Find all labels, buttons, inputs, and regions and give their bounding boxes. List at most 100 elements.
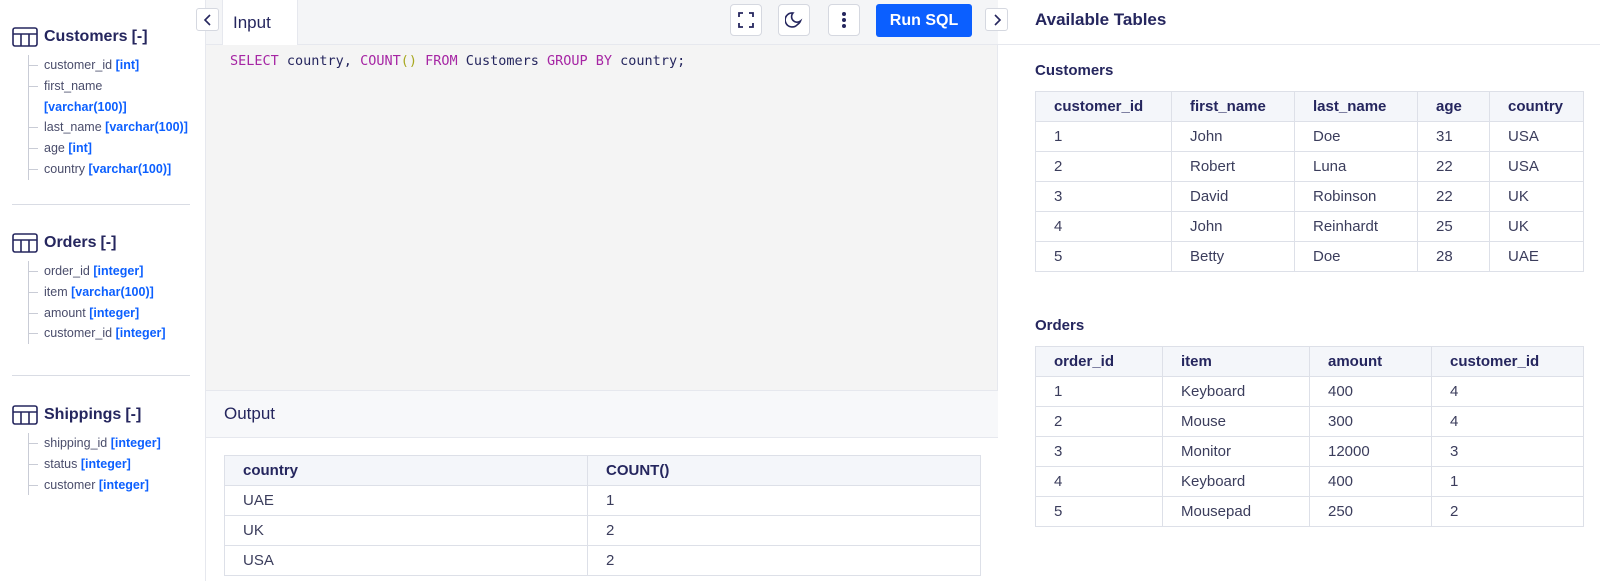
table-cell: John	[1171, 121, 1295, 152]
table-cell: 400	[1309, 376, 1432, 407]
table-cell: Keyboard	[1162, 376, 1310, 407]
column-name: last_name	[44, 120, 102, 135]
table-cell: 400	[1309, 466, 1432, 497]
column-name: age	[44, 141, 65, 156]
collapse-sidebar-button[interactable]	[196, 8, 219, 31]
schema-title: Customers	[44, 28, 128, 45]
schema-header-orders[interactable]: Orders [-]	[12, 231, 194, 255]
sql-query[interactable]: SELECT country, COUNT() FROM Customers G…	[230, 53, 685, 69]
column-type: [integer]	[98, 477, 149, 492]
schema-sidebar: Customers [-] customer_id [int] first_na…	[0, 0, 206, 581]
table-cell: UAE	[1489, 241, 1584, 272]
editor-panel: Input Run SQL SELECT country, COUNT() FR…	[196, 0, 998, 581]
table-cell: 4	[1431, 376, 1584, 407]
table-section-title: Customers	[1035, 62, 1114, 79]
column-item: customer_id [int]	[29, 55, 194, 76]
schema-header-customers[interactable]: Customers [-]	[12, 25, 194, 49]
output-title: Output	[224, 404, 276, 423]
table-row: 1 John Doe 31 USA	[1035, 121, 1584, 152]
customers-table: customer_id first_name last_name age cou…	[1035, 91, 1584, 272]
run-sql-button[interactable]: Run SQL	[876, 4, 972, 37]
table-cell: Monitor	[1162, 436, 1310, 467]
collapse-tables-button[interactable]	[985, 8, 1008, 31]
column-type: [varchar(100)]	[105, 120, 188, 135]
table-cell: 3	[1035, 181, 1172, 212]
column-name: first_name	[44, 78, 103, 93]
theme-toggle-button[interactable]	[778, 4, 810, 36]
schema-title: Shippings	[44, 406, 122, 423]
output-table: country COUNT() UAE 1 UK 2 USA 2	[224, 455, 981, 576]
moon-icon	[785, 12, 803, 28]
schema-customers: Customers [-] customer_id [int] first_na…	[12, 25, 194, 180]
table-cell: 2	[1431, 496, 1584, 527]
table-cell: Reinhardt	[1294, 211, 1418, 242]
available-tables-panel: Available Tables Customers customer_id f…	[985, 0, 1600, 581]
tab-input[interactable]: Input	[222, 0, 298, 46]
column-type: [varchar(100)]	[88, 161, 172, 176]
column-name: order_id	[44, 264, 90, 278]
table-row: 5 Mousepad 250 2	[1035, 496, 1584, 527]
table-icon	[12, 27, 38, 47]
table-cell: 2	[1035, 151, 1172, 182]
collapse-toggle[interactable]: [-]	[125, 406, 141, 424]
table-row: 4 John Reinhardt 25 UK	[1035, 211, 1584, 242]
column-item: order_id [integer]	[29, 261, 194, 282]
table-cell: 25	[1417, 211, 1490, 242]
column-header: amount	[1309, 346, 1432, 377]
table-cell: USA	[1489, 121, 1584, 152]
fullscreen-button[interactable]	[730, 4, 762, 36]
sql-text: country;	[612, 53, 686, 69]
table-cell: 1	[1035, 376, 1163, 407]
table-cell: Robinson	[1294, 181, 1418, 212]
column-header: country	[1489, 91, 1584, 122]
column-type: [integer]	[93, 264, 144, 278]
table-icon	[12, 405, 38, 425]
column-list: shipping_id [integer] status [integer] c…	[28, 433, 194, 496]
collapse-toggle[interactable]: [-]	[100, 234, 116, 252]
column-name: customer	[44, 477, 96, 492]
schema-header-shippings[interactable]: Shippings [-]	[12, 403, 194, 427]
column-name: country	[44, 161, 85, 176]
table-cell: 3	[1431, 436, 1584, 467]
column-name: customer_id	[44, 58, 113, 72]
table-cell: 2	[587, 515, 981, 546]
column-name: amount	[44, 305, 86, 320]
table-header-row: customer_id first_name last_name age cou…	[1035, 91, 1584, 122]
table-cell: 5	[1035, 496, 1163, 527]
more-options-button[interactable]	[828, 4, 860, 36]
column-header: country	[224, 455, 588, 486]
table-cell: Mouse	[1162, 406, 1310, 437]
column-header: customer_id	[1431, 346, 1584, 377]
tab-label: Input	[233, 13, 271, 32]
available-tables-title: Available Tables	[1035, 10, 1167, 29]
schema-shippings: Shippings [-] shipping_id [integer] stat…	[12, 403, 194, 496]
column-item: customer_id [integer]	[29, 323, 194, 344]
column-header: COUNT()	[587, 455, 981, 486]
output-header: Output	[206, 390, 998, 438]
schema-orders: Orders [-] order_id [integer] item [varc…	[12, 231, 194, 345]
table-cell: UK	[1489, 211, 1584, 242]
table-row: 3 David Robinson 22 UK	[1035, 181, 1584, 212]
table-cell: USA	[224, 545, 588, 576]
column-type: [int]	[115, 58, 140, 72]
editor-toolbar: Input Run SQL	[196, 0, 998, 46]
column-name: item	[44, 284, 68, 299]
collapse-toggle[interactable]: [-]	[132, 28, 148, 46]
table-cell: Keyboard	[1162, 466, 1310, 497]
table-cell: Doe	[1294, 241, 1418, 272]
table-cell: 3	[1035, 436, 1163, 467]
table-icon	[12, 233, 38, 253]
sql-keyword: GROUP BY	[547, 53, 613, 69]
table-cell: 1	[587, 485, 981, 516]
chevron-left-icon	[203, 13, 211, 26]
column-name: shipping_id	[44, 436, 108, 450]
column-item: shipping_id [integer]	[29, 433, 194, 454]
table-section-title: Orders	[1035, 317, 1085, 334]
table-cell: 1	[1035, 121, 1172, 152]
sql-editor[interactable]: SELECT country, COUNT() FROM Customers G…	[206, 45, 998, 390]
column-type: [integer]	[89, 305, 140, 320]
column-list: order_id [integer] item [varchar(100)] a…	[28, 261, 194, 345]
table-row: 2 Robert Luna 22 USA	[1035, 151, 1584, 182]
sql-text: country,	[278, 53, 361, 69]
more-vertical-icon	[842, 12, 846, 28]
